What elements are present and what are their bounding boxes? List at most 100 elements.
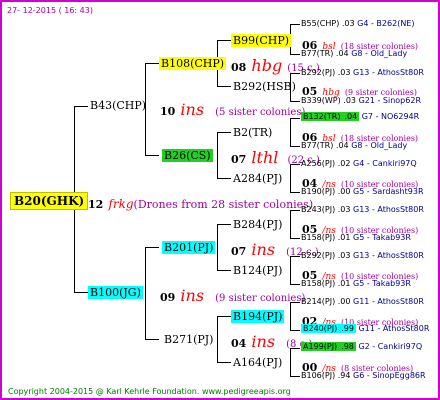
gen4-row[interactable]: B292(PJ) .03 G13 - AthosSt80R [301,252,424,260]
connector [145,247,146,339]
gen4-code: G5 - Takab93R [353,233,411,242]
gen4-label: B292(PJ) [301,68,336,77]
gen4-row[interactable]: A199(PJ) .98 G2 - Cankiri97Q [301,342,422,351]
connector [290,192,300,193]
gen3-node[interactable]: B2(TR) [231,126,274,139]
gen4-label: B132(TR) [301,112,343,121]
gen4-code: G8 - Old_Lady [351,49,408,58]
gen2-mark: ins [251,240,276,259]
gen3-node[interactable]: B194(PJ) [231,310,285,323]
timestamp: 27- 12-2015 ( 16: 43) [7,6,93,15]
gen4-row[interactable]: B214(PJ) .00 G11 - AthosSt80R [301,298,424,306]
gen4-row[interactable]: B132(TR) .04 G7 - NO6294R [301,112,420,121]
connector [74,106,88,107]
gen2-num: 07 [231,153,247,166]
gen2-num: 04 [231,337,247,350]
gen4-row[interactable]: B292(PJ) .03 G13 - AthosSt80R [301,69,424,77]
gen4-year: .03 [337,68,351,77]
gen3-node[interactable]: B99(CHP) [231,34,292,47]
gen3-node[interactable]: A284(PJ) [231,172,284,185]
gen4-label: B77(TR) [301,49,334,58]
connector [217,224,231,225]
connector [217,86,231,87]
gen4-year: .01 [337,233,351,242]
connector [290,284,300,285]
gen4-code: G6 - SinopEgg86R [353,371,426,380]
connector [74,292,88,293]
gen4-label: B55(CHP) [301,19,340,28]
gen3-node[interactable]: B292(HSB) [231,80,298,93]
root-node[interactable]: B20(GHK) [10,192,89,210]
gen4-row[interactable]: A256(PJ) .02 G4 - Cankiri97Q [301,160,417,168]
gen4-code: G7 - NO6294R [361,112,420,121]
gen4-row[interactable]: B339(WP) .03 G21 - Sinop62R [301,97,421,105]
gen4-row[interactable]: B158(PJ) .01 G5 - Takab93R [301,280,411,288]
gen4-label: B243(PJ) [301,205,336,214]
gen3-node[interactable]: A164(PJ) [231,356,284,369]
gen4-year: .03 [337,205,351,214]
gen2-node[interactable]: B26(CS) [162,149,213,162]
connector [145,63,159,64]
connector [290,302,291,330]
connector [217,132,231,133]
connector [217,362,231,363]
gen3-node[interactable]: B124(PJ) [231,264,284,277]
connector [290,118,300,119]
gen4-label: B339(WP) [301,96,341,105]
gen4-code: G13 - AthosSt80R [353,251,424,260]
gen4-row[interactable]: B190(PJ) .00 G5 - Sardasht93R [301,188,424,196]
gen2-num: 07 [231,245,247,258]
pedigree-diagram: 27- 12-2015 ( 16: 43) B20(GHK) 12 frkg(D… [0,0,440,400]
connector [217,132,218,178]
gen4-label: B214(PJ) [301,297,336,306]
gen4-row[interactable]: B243(PJ) .03 G13 - AthosSt80R [301,206,424,214]
gen4-row[interactable]: B106(PJ) .94 G6 - SinopEgg86R [301,372,426,380]
gen4-row[interactable]: B77(TR) .04 G8 - Old_Lady [301,142,407,150]
gen4-code: G4 - Cankiri97Q [353,159,417,168]
gen4-year: .04 [335,49,349,58]
root-num: 12 [88,198,104,211]
gen4-label: B77(TR) [301,141,334,150]
gen4-year: .01 [337,279,351,288]
gen1-node[interactable]: B43(CHP) [88,99,148,112]
gen4-code: G21 - Sinop62R [358,96,421,105]
gen4-code: G8 - Old_Lady [351,141,408,150]
connector [217,270,231,271]
gen1-mark: ins [180,286,205,305]
gen4-code: G13 - AthosSt80R [353,205,424,214]
gen3-node[interactable]: B284(PJ) [231,218,284,231]
gen4-year: .99 [339,324,356,333]
gen1-num: 10 [160,105,176,118]
gen4-label: B158(PJ) [301,279,336,288]
gen4-year: .04 [335,141,349,150]
gen4-label: B158(PJ) [301,233,336,242]
gen2-node[interactable]: B201(PJ) [162,241,216,254]
gen4-label: B106(PJ) [301,371,336,380]
gen4-code: G13 - AthosSt80R [353,68,424,77]
connector [290,164,291,192]
gen4-code: G5 - Sardasht93R [353,187,424,196]
gen4-code: G11 - AthosSt80R [353,297,424,306]
gen2-node[interactable]: B271(PJ) [162,333,215,346]
gen2-node[interactable]: B108(CHP) [159,57,227,70]
gen4-label: B292(PJ) [301,251,336,260]
connector [145,339,159,340]
connector [217,224,218,270]
gen1-drone-info: 10 ins (5 sister colonies) [160,102,305,118]
connector [290,118,291,146]
gen1-mark: ins [180,100,205,119]
gen4-row[interactable]: B158(PJ) .01 G5 - Takab93R [301,234,411,242]
gen4-year: .00 [337,187,351,196]
gen4-row[interactable]: B240(PJ) .99 G11 - AthosSt80R [301,324,429,333]
gen1-drone-info: 09 ins (9 sister colonies) [160,288,305,304]
connector [290,330,300,331]
gen1-note: (9 sister colonies) [215,293,306,304]
gen4-label: B190(PJ) [301,187,336,196]
gen4-row[interactable]: B55(CHP) .03 G4 - B262(NE) [301,20,414,28]
connector [145,155,159,156]
connector [217,316,231,317]
gen4-row[interactable]: B77(TR) .04 G8 - Old_Lady [301,50,407,58]
connector [145,247,159,248]
gen1-node[interactable]: B100(JG) [88,286,143,299]
copyright-footer: Copyright 2004-2015 @ Karl Kehrle Founda… [8,387,291,396]
